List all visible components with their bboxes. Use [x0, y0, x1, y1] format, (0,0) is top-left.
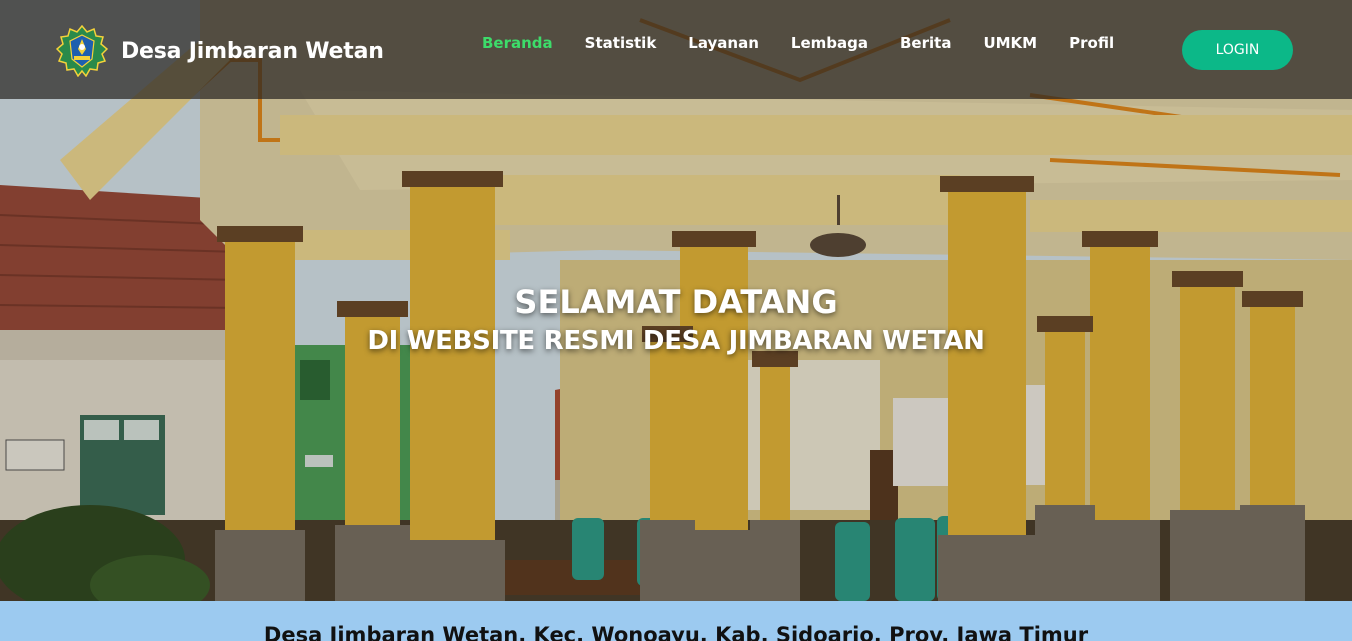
- brand[interactable]: Desa Jimbaran Wetan: [56, 25, 384, 77]
- site-name: Desa Jimbaran Wetan: [121, 38, 384, 64]
- nav-beranda[interactable]: Beranda: [466, 34, 569, 52]
- nav-statistik[interactable]: Statistik: [569, 34, 673, 52]
- welcome-block: SELAMAT DATANG DI WEBSITE RESMI DESA JIM…: [0, 281, 1352, 359]
- nav-layanan[interactable]: Layanan: [672, 34, 775, 52]
- welcome-subtitle: DI WEBSITE RESMI DESA JIMBARAN WETAN: [367, 326, 985, 356]
- top-navbar: Desa Jimbaran Wetan Beranda Statistik La…: [0, 0, 1352, 99]
- nav-berita[interactable]: Berita: [884, 34, 967, 52]
- welcome-title: SELAMAT DATANG: [514, 283, 838, 321]
- village-address: Desa Jimbaran Wetan, Kec. Wonoayu, Kab. …: [263, 623, 1089, 641]
- nav-umkm[interactable]: UMKM: [967, 34, 1053, 52]
- login-button[interactable]: LOGIN: [1182, 30, 1293, 70]
- nav-profil[interactable]: Profil: [1053, 34, 1130, 52]
- main-nav: Beranda Statistik Layanan Lembaga Berita…: [466, 34, 1130, 52]
- nav-lembaga[interactable]: Lembaga: [775, 34, 884, 52]
- address-band: Desa Jimbaran Wetan, Kec. Wonoayu, Kab. …: [0, 601, 1352, 641]
- sidoarjo-regency-emblem-icon: [56, 25, 108, 77]
